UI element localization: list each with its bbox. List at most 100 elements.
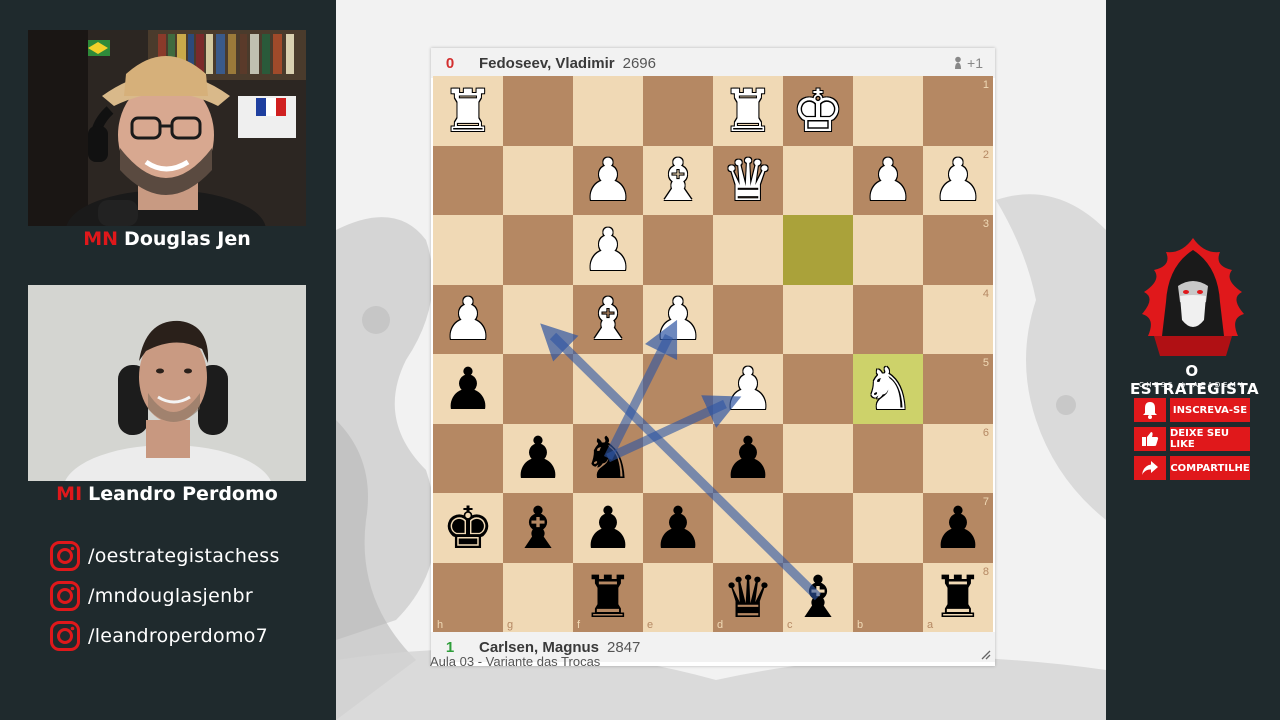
- board-square-d5[interactable]: ♟: [713, 354, 783, 424]
- white-queen-icon[interactable]: ♛: [722, 151, 774, 209]
- chess-board[interactable]: ♜ ♜ ♚ 1 ♟ ♝ ♛ ♟ 2 ♟ ♟ 3 ♟ ♝ ♟ 4 ♟ ♟ ♞ 5 ♟ ♞ ♟ 6 ♚ ♝ ♟ ♟ 7 ♟ h g f ♜ e d ♛ c ♝ b…: [433, 76, 993, 632]
- resize-handle-icon[interactable]: [981, 650, 991, 660]
- like-button[interactable]: DEIXE SEU LIKE: [1134, 427, 1250, 451]
- board-square-b3[interactable]: [853, 215, 923, 285]
- board-square-c6[interactable]: [783, 423, 853, 493]
- board-square-h3[interactable]: [433, 215, 503, 285]
- top-player-bar: 0 Fedoseev, Vladimir 2696 +1: [431, 48, 995, 78]
- white-pawn-icon[interactable]: ♟: [722, 360, 774, 418]
- board-square-a4[interactable]: 4: [923, 284, 993, 354]
- board-square-c7[interactable]: [783, 493, 853, 563]
- white-pawn-icon[interactable]: ♟: [582, 221, 634, 279]
- black-pawn-icon[interactable]: ♟: [512, 429, 564, 487]
- white-knight-icon[interactable]: ♞: [862, 360, 914, 418]
- black-knight-icon[interactable]: ♞: [582, 429, 634, 487]
- board-square-b7[interactable]: [853, 493, 923, 563]
- board-square-a6[interactable]: 6: [923, 423, 993, 493]
- board-square-d2[interactable]: ♛: [713, 145, 783, 215]
- board-square-g8[interactable]: g: [503, 562, 573, 632]
- board-square-c5[interactable]: [783, 354, 853, 424]
- board-square-f4[interactable]: ♝: [573, 284, 643, 354]
- social-item-1[interactable]: /oestrategistachess: [50, 540, 280, 572]
- board-square-e4[interactable]: ♟: [643, 284, 713, 354]
- white-king-icon[interactable]: ♚: [792, 82, 844, 140]
- board-square-c1[interactable]: ♚: [783, 76, 853, 146]
- board-square-f1[interactable]: [573, 76, 643, 146]
- white-pawn-icon[interactable]: ♟: [582, 151, 634, 209]
- board-square-c2[interactable]: [783, 145, 853, 215]
- board-square-g1[interactable]: [503, 76, 573, 146]
- share-button[interactable]: COMPARTILHE: [1134, 456, 1250, 480]
- board-square-c4[interactable]: [783, 284, 853, 354]
- board-square-b1[interactable]: [853, 76, 923, 146]
- board-square-b2[interactable]: ♟: [853, 145, 923, 215]
- board-square-a7[interactable]: 7 ♟: [923, 493, 993, 563]
- white-pawn-icon[interactable]: ♟: [442, 290, 494, 348]
- black-pawn-icon[interactable]: ♟: [652, 499, 704, 557]
- social-item-3[interactable]: /leandroperdomo7: [50, 620, 268, 652]
- board-square-h8[interactable]: h: [433, 562, 503, 632]
- board-square-e2[interactable]: ♝: [643, 145, 713, 215]
- white-pawn-icon[interactable]: ♟: [862, 151, 914, 209]
- board-square-h2[interactable]: [433, 145, 503, 215]
- board-square-d3[interactable]: [713, 215, 783, 285]
- black-rook-icon[interactable]: ♜: [932, 568, 984, 626]
- board-square-c3[interactable]: [783, 215, 853, 285]
- board-square-a2[interactable]: 2 ♟: [923, 145, 993, 215]
- board-square-d7[interactable]: [713, 493, 783, 563]
- board-square-e7[interactable]: ♟: [643, 493, 713, 563]
- board-square-b8[interactable]: b: [853, 562, 923, 632]
- white-rook-icon[interactable]: ♜: [722, 82, 774, 140]
- board-square-g3[interactable]: [503, 215, 573, 285]
- board-square-e5[interactable]: [643, 354, 713, 424]
- black-pawn-icon[interactable]: ♟: [582, 499, 634, 557]
- board-square-e3[interactable]: [643, 215, 713, 285]
- board-square-f5[interactable]: [573, 354, 643, 424]
- board-square-h6[interactable]: [433, 423, 503, 493]
- board-square-f3[interactable]: ♟: [573, 215, 643, 285]
- board-square-f2[interactable]: ♟: [573, 145, 643, 215]
- board-square-a5[interactable]: 5: [923, 354, 993, 424]
- board-square-g5[interactable]: [503, 354, 573, 424]
- white-pawn-icon[interactable]: ♟: [932, 151, 984, 209]
- black-rook-icon[interactable]: ♜: [582, 568, 634, 626]
- board-square-g4[interactable]: [503, 284, 573, 354]
- black-king-icon[interactable]: ♚: [442, 499, 494, 557]
- board-square-e6[interactable]: [643, 423, 713, 493]
- subscribe-button[interactable]: INSCREVA-SE: [1134, 398, 1250, 422]
- board-square-d4[interactable]: [713, 284, 783, 354]
- board-square-g2[interactable]: [503, 145, 573, 215]
- board-square-g7[interactable]: ♝: [503, 493, 573, 563]
- board-square-h4[interactable]: ♟: [433, 284, 503, 354]
- board-square-h7[interactable]: ♚: [433, 493, 503, 563]
- board-square-h5[interactable]: ♟: [433, 354, 503, 424]
- white-rook-icon[interactable]: ♜: [442, 82, 494, 140]
- board-square-b4[interactable]: [853, 284, 923, 354]
- board-square-b6[interactable]: [853, 423, 923, 493]
- board-square-f8[interactable]: f ♜: [573, 562, 643, 632]
- board-square-d1[interactable]: ♜: [713, 76, 783, 146]
- board-square-b5[interactable]: ♞: [853, 354, 923, 424]
- white-bishop-icon[interactable]: ♝: [652, 151, 704, 209]
- black-bishop-icon[interactable]: ♝: [512, 499, 564, 557]
- board-square-d8[interactable]: d ♛: [713, 562, 783, 632]
- social-item-2[interactable]: /mndouglasjenbr: [50, 580, 253, 612]
- black-pawn-icon[interactable]: ♟: [932, 499, 984, 557]
- black-bishop-icon[interactable]: ♝: [792, 568, 844, 626]
- board-square-a8[interactable]: 8 a ♜: [923, 562, 993, 632]
- board-square-a3[interactable]: 3: [923, 215, 993, 285]
- black-pawn-icon[interactable]: ♟: [442, 360, 494, 418]
- board-square-e8[interactable]: e: [643, 562, 713, 632]
- board-square-f6[interactable]: ♞: [573, 423, 643, 493]
- white-bishop-icon[interactable]: ♝: [582, 290, 634, 348]
- board-square-c8[interactable]: c ♝: [783, 562, 853, 632]
- board-square-h1[interactable]: ♜: [433, 76, 503, 146]
- board-square-f7[interactable]: ♟: [573, 493, 643, 563]
- black-queen-icon[interactable]: ♛: [722, 568, 774, 626]
- black-pawn-icon[interactable]: ♟: [722, 429, 774, 487]
- board-square-e1[interactable]: [643, 76, 713, 146]
- white-pawn-icon[interactable]: ♟: [652, 290, 704, 348]
- board-square-d6[interactable]: ♟: [713, 423, 783, 493]
- board-square-a1[interactable]: 1: [923, 76, 993, 146]
- board-square-g6[interactable]: ♟: [503, 423, 573, 493]
